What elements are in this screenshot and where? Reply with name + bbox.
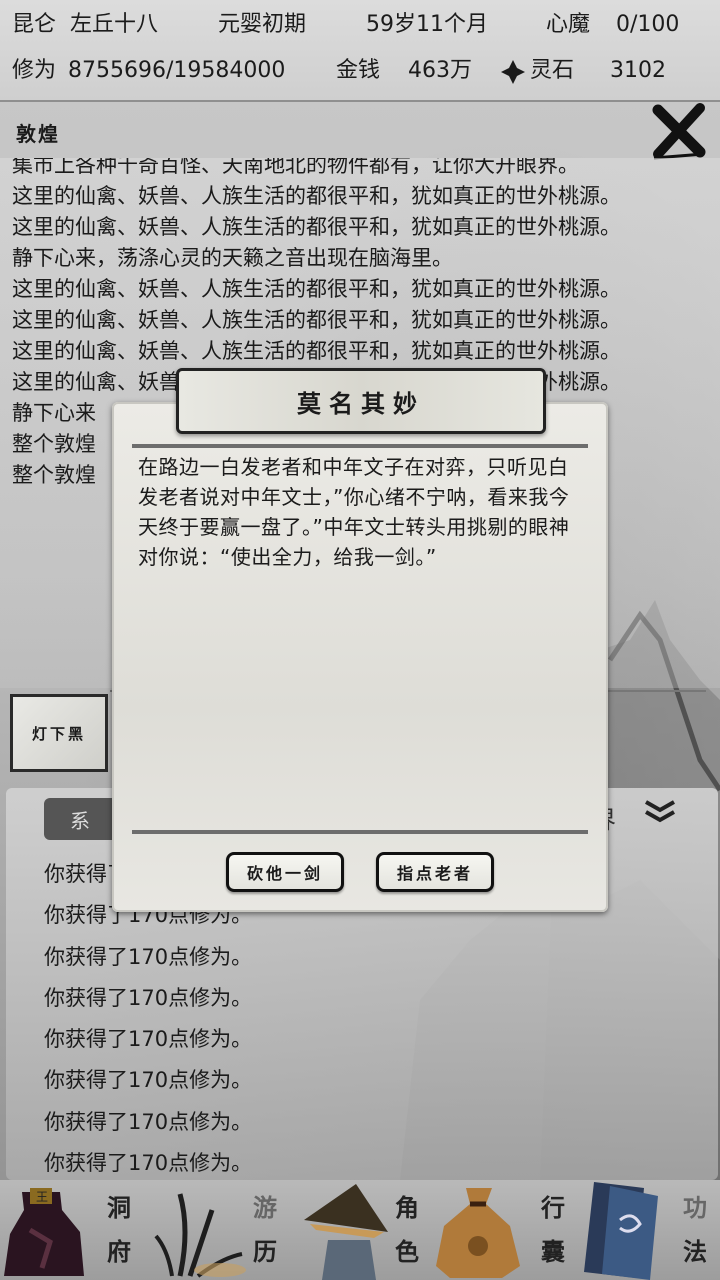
nav-inventory-label-1: 行	[541, 1193, 565, 1222]
money-pouch-icon	[436, 1188, 520, 1278]
nav-inventory[interactable]: 行 囊	[430, 1180, 580, 1280]
choice-strike-button[interactable]: 砍他一剑	[226, 852, 344, 892]
nav-travel[interactable]: 游 历	[150, 1180, 300, 1280]
close-icon	[652, 103, 706, 160]
nav-cave-abode-label-2: 府	[107, 1237, 131, 1266]
region-name: 昆仑	[12, 12, 57, 37]
character-age: 59岁11个月	[366, 12, 488, 37]
double-chevron-down-icon	[645, 800, 675, 823]
money-label: 金钱	[336, 58, 381, 83]
dialog-bottom-rule	[132, 830, 588, 834]
grass-icon	[154, 1193, 246, 1278]
spirit-stone-value: 3102	[610, 58, 666, 83]
svg-text:王: 王	[36, 1190, 48, 1204]
straw-hat-icon	[304, 1184, 388, 1280]
dialog-title: 莫名其妙	[297, 388, 425, 418]
heart-demon-value: 0/100	[616, 12, 680, 37]
system-message: 你获得了170点修为。	[44, 944, 253, 969]
story-line: 这里的仙禽、妖兽、人族生活的都很平和，犹如真正的世外桃源。	[12, 184, 621, 208]
system-message: 你获得了170点修为。	[44, 1109, 253, 1134]
nav-character[interactable]: 角 色	[300, 1180, 450, 1280]
heart-demon-label: 心魔	[546, 12, 591, 37]
nav-cave-abode-label-1: 洞	[107, 1193, 131, 1222]
nav-inventory-label-2: 囊	[541, 1237, 565, 1266]
story-line: 集市上各种千奇百怪、天南地北的物件都有，让你大开眼界。	[12, 158, 579, 177]
nav-character-label-1: 角	[395, 1193, 419, 1222]
system-message: 你获得了170点修为。	[44, 1027, 253, 1052]
cultivation-label: 修为	[12, 58, 57, 83]
system-message: 你获得了170点修为。	[44, 1151, 253, 1176]
nav-techniques-label-2: 法	[683, 1237, 707, 1266]
money-value: 463万	[408, 58, 472, 83]
nav-techniques[interactable]: 功 法	[580, 1180, 720, 1280]
story-line: 静下心来，荡涤心灵的天籁之音出现在脑海里。	[12, 246, 453, 270]
nav-techniques-label-1: 功	[683, 1193, 707, 1222]
close-button[interactable]	[650, 102, 708, 160]
player-status-bar: 昆仑 左丘十八 元婴初期 59岁11个月 心魔 0/100 修为 8755696…	[0, 0, 720, 102]
character-name: 左丘十八	[70, 12, 159, 37]
nav-travel-label-1: 游	[253, 1193, 277, 1222]
dialog-top-rule	[132, 444, 588, 448]
nav-cave-abode[interactable]: 王 洞 府	[0, 1180, 150, 1280]
location-title: 敦煌	[16, 122, 60, 146]
dialog-body-text: 在路边一白发老者和中年文子在对弈，只听见白发老者说对中年文士，”你心绪不宁呐，看…	[138, 455, 570, 569]
story-line: 这里的仙禽、妖兽、人族生活的都很平和，犹如真正的世外桃源。	[12, 277, 621, 301]
choice-advise-button[interactable]: 指点老者	[376, 852, 494, 892]
bottom-navigation: 王 洞 府 游 历 角 色 行 囊 功 法	[0, 1180, 720, 1280]
scripture-book-icon	[584, 1182, 658, 1280]
spirit-stone-label: 灵石	[530, 58, 575, 83]
collapse-button[interactable]	[642, 798, 678, 828]
cultivation-value: 8755696/19584000	[68, 58, 286, 83]
story-line: 这里的仙禽、妖兽、人族生活的都很平和，犹如真正的世外桃源。	[12, 215, 621, 239]
story-line: 这里的仙禽、妖兽、人族生活的都很平和，犹如真正的世外桃源。	[12, 339, 621, 363]
spirit-stone-icon	[501, 60, 525, 84]
system-message: 你获得了170点修为。	[44, 985, 253, 1010]
nav-character-label-2: 色	[395, 1237, 419, 1266]
event-thumbnail[interactable]: 灯下黑	[10, 694, 108, 772]
system-message: 你获得了170点修为。	[44, 1068, 253, 1093]
treasure-bag-icon: 王	[4, 1188, 84, 1276]
story-line: 这里的仙禽、妖兽、人族生活的都很平和，犹如真正的世外桃源。	[12, 308, 621, 332]
dialog-title-banner: 莫名其妙	[176, 368, 546, 434]
nav-travel-label-2: 历	[253, 1237, 277, 1266]
realm-level: 元婴初期	[218, 12, 307, 37]
